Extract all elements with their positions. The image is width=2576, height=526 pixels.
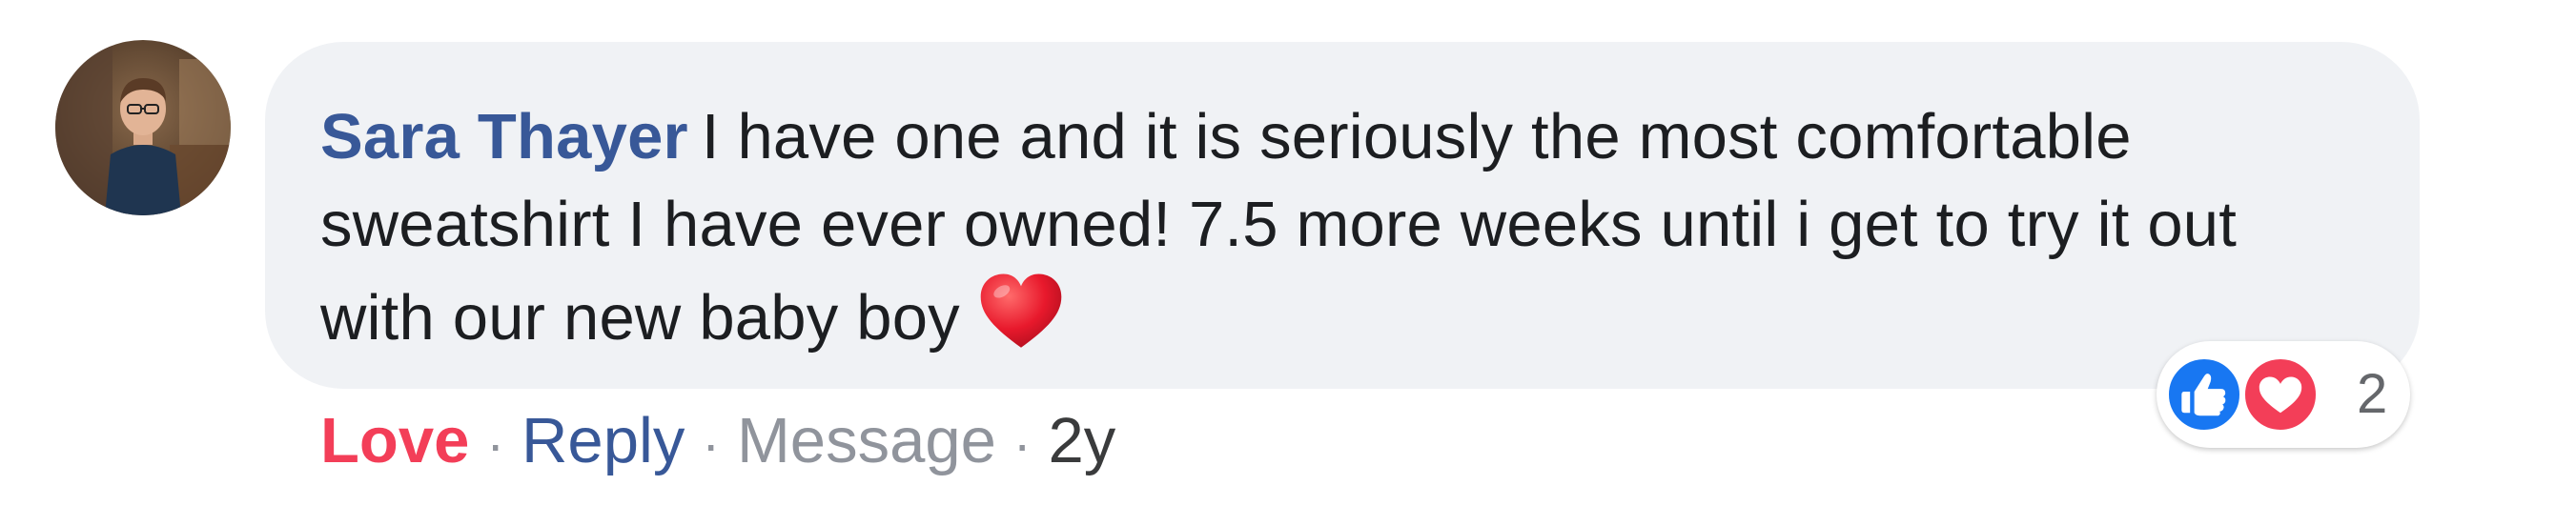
- red-heart-emoji-icon: [977, 269, 1065, 356]
- love-icon: [2240, 354, 2320, 435]
- separator-dot: ·: [486, 414, 505, 474]
- comment-body: Sara Thayer I have one and it is seriousl…: [320, 93, 2361, 362]
- avatar-photo: [55, 40, 231, 215]
- message-button[interactable]: Message: [737, 398, 996, 484]
- author-name-link[interactable]: Sara Thayer: [320, 101, 688, 172]
- like-icon: [2164, 354, 2244, 435]
- comment-actions: Love · Reply · Message · 2y: [320, 398, 1115, 487]
- reaction-summary[interactable]: 2: [2157, 341, 2410, 448]
- reply-button[interactable]: Reply: [521, 398, 685, 484]
- comment-bubble: Sara Thayer I have one and it is seriousl…: [265, 42, 2420, 389]
- separator-dot: ·: [1012, 414, 1032, 474]
- separator-dot: ·: [702, 414, 720, 474]
- author-avatar[interactable]: [55, 40, 231, 215]
- comment-timestamp[interactable]: 2y: [1049, 398, 1116, 484]
- love-button[interactable]: Love: [320, 398, 469, 484]
- reaction-count: 2: [2357, 363, 2388, 425]
